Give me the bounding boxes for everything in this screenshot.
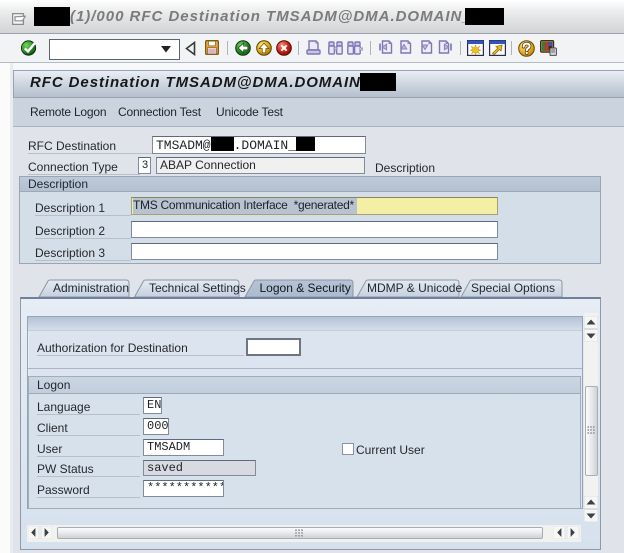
svg-text:Technical Settings: Technical Settings (149, 281, 246, 295)
svg-text:MDMP & Unicode: MDMP & Unicode (367, 281, 462, 295)
svg-text:Special Options: Special Options (471, 281, 555, 295)
svg-text:Logon & Security: Logon & Security (260, 281, 351, 295)
svg-text:Administration: Administration (53, 281, 129, 295)
